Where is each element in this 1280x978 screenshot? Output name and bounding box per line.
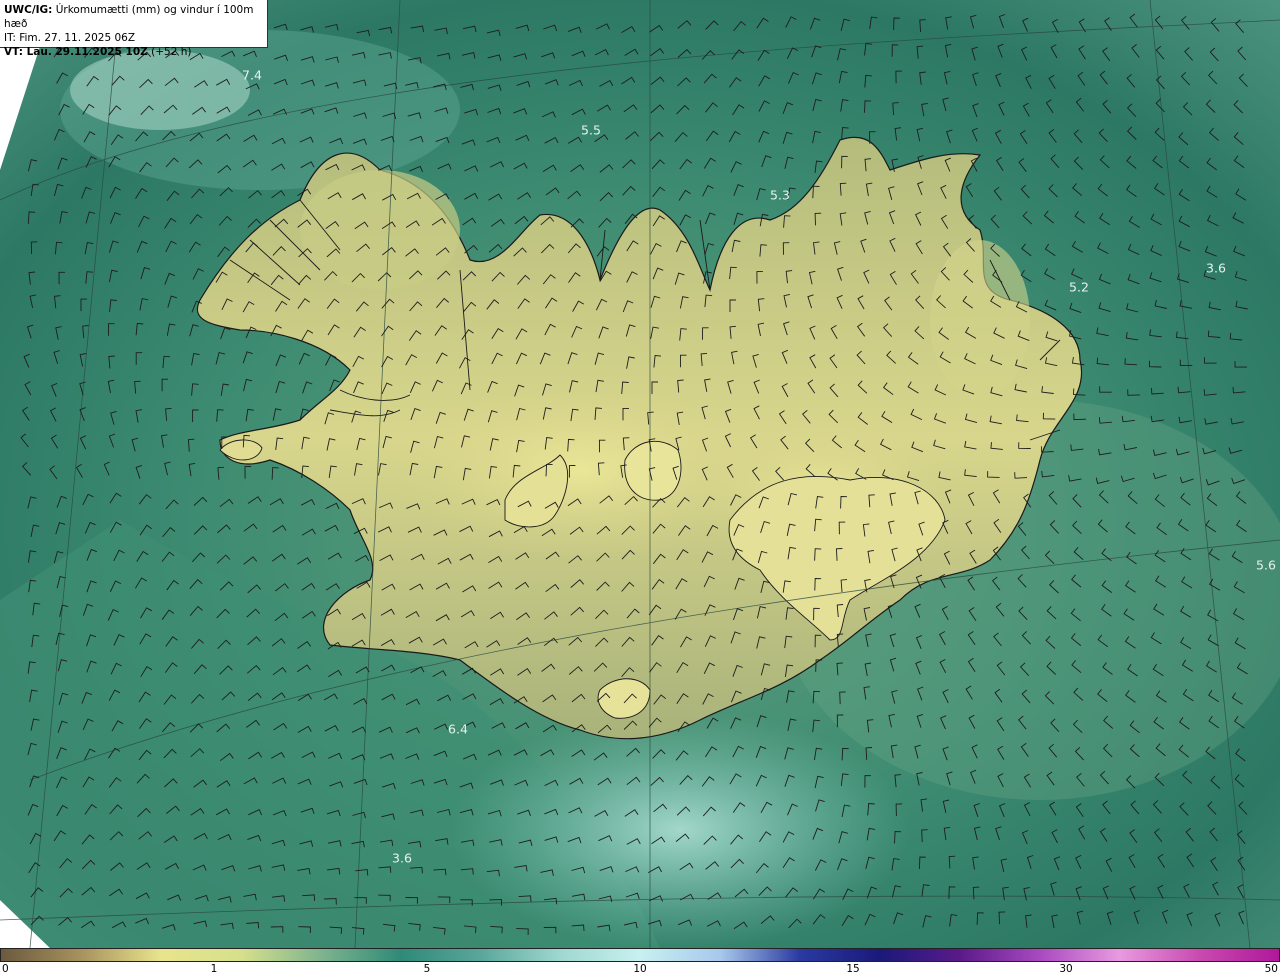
map-value-label: 5.6 [1256, 557, 1276, 573]
map-value-label: 6.4 [448, 721, 468, 737]
colorbar-tick: 30 [1059, 963, 1073, 975]
colorbar [0, 948, 1280, 962]
colorbar-tick: 50 [1264, 963, 1278, 975]
glacier-outline [624, 440, 682, 501]
colorbar-tick: 5 [423, 963, 431, 975]
header-box: UWC/IG: Úrkomumætti (mm) og vindur í 100… [0, 0, 268, 58]
lead-time: (+52 h) [151, 46, 192, 58]
colorbar-tick: 10 [633, 963, 647, 975]
forecast-map [0, 0, 1280, 948]
colorbar-tick: 15 [846, 963, 860, 975]
map-value-label: 5.2 [1069, 279, 1089, 295]
map-value-label: 7.4 [242, 67, 262, 83]
colorbar-tick: 1 [210, 963, 218, 975]
colorbar-ticks: 0 1 5 10 15 30 50 [0, 962, 1280, 978]
colorbar-tick: 0 [2, 963, 9, 975]
model-id: UWC/IG: [4, 4, 53, 16]
map-value-label: 5.3 [770, 187, 790, 203]
map-value-label: 3.6 [392, 850, 412, 866]
map-value-label: 5.5 [581, 122, 601, 138]
initial-time: IT: Fim. 27. 11. 2025 06Z [4, 32, 136, 44]
valid-time: VT: Lau. 29.11.2025 10Z [4, 46, 148, 58]
map-value-label: 3.6 [1206, 260, 1226, 276]
